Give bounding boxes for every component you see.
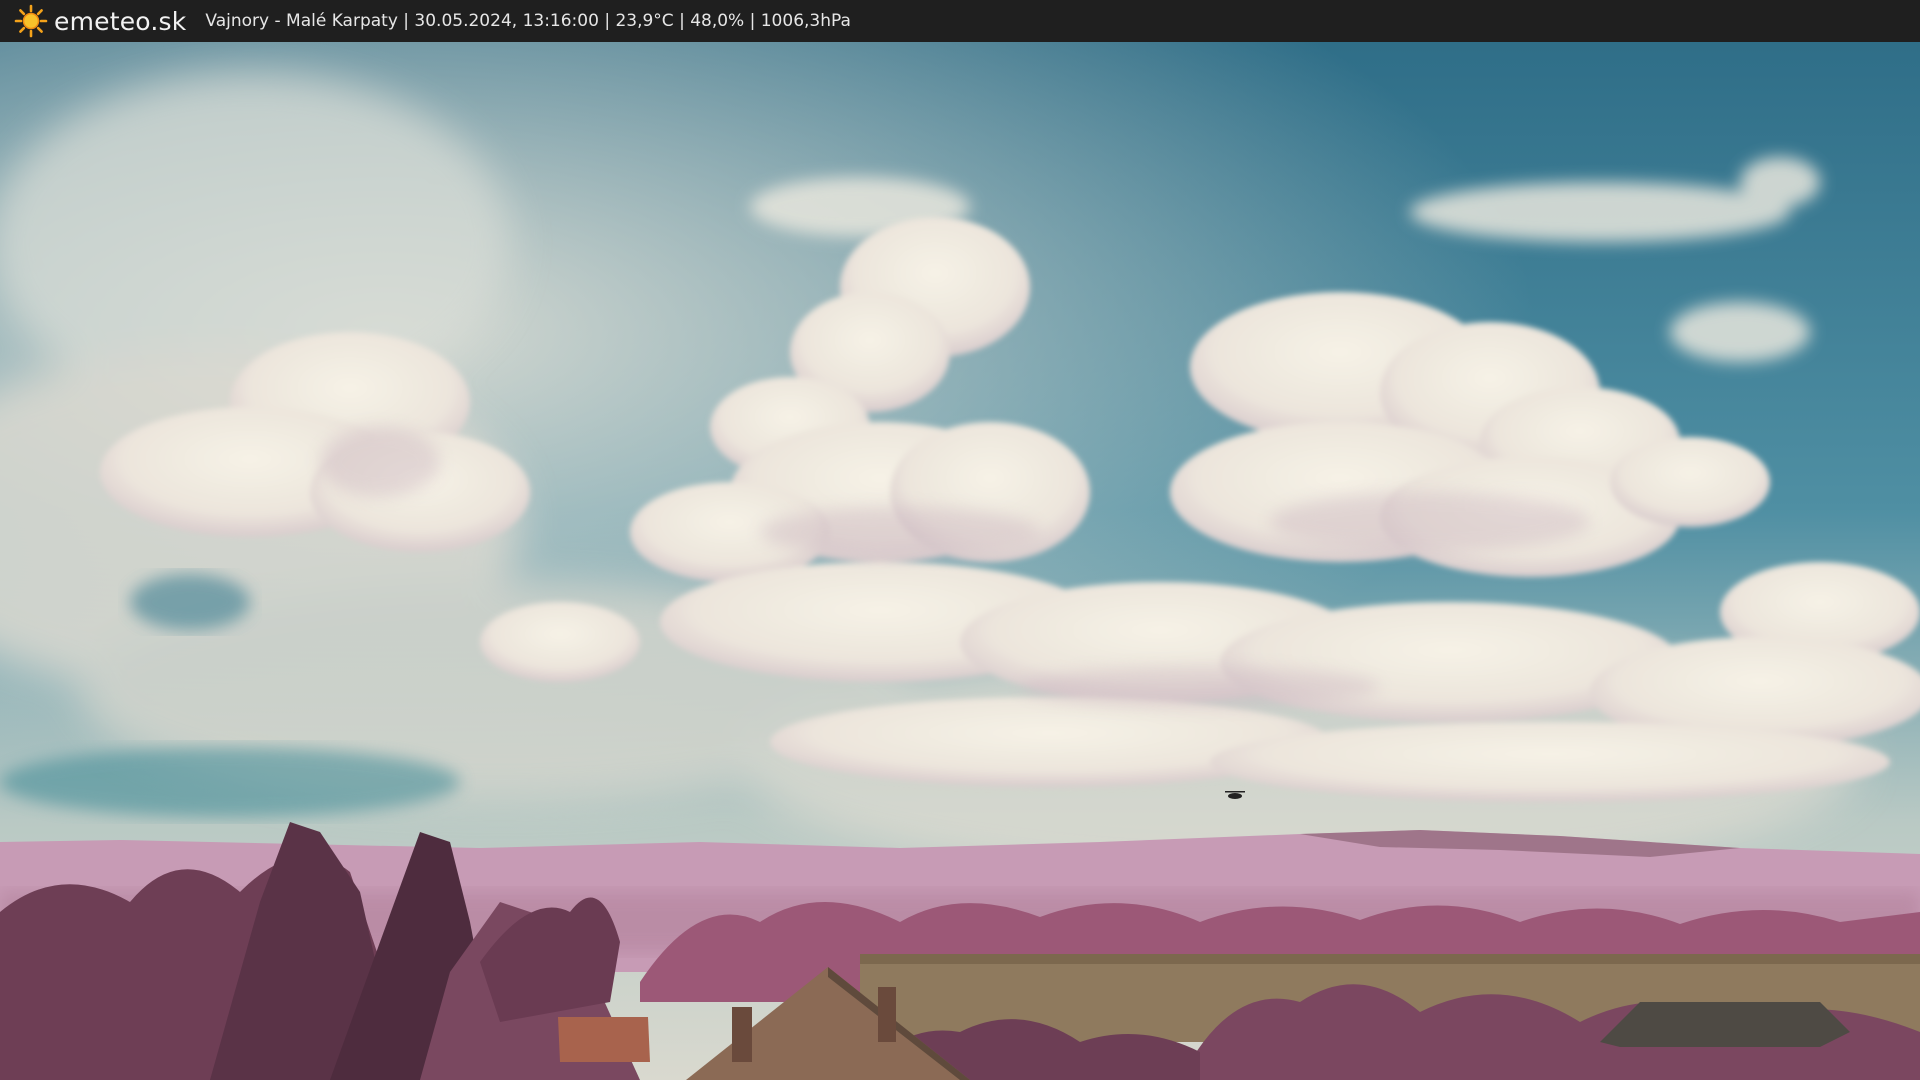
brand-name[interactable]: emeteo.sk [54,7,186,36]
webcam-caption: Vajnory - Malé Karpaty | 30.05.2024, 13:… [205,11,851,31]
top-bar: emeteo.sk Vajnory - Malé Karpaty | 30.05… [0,0,1920,42]
sun-icon [14,4,48,38]
webcam-image [0,42,1920,1080]
emeteo-logo[interactable]: emeteo.sk [14,4,186,38]
